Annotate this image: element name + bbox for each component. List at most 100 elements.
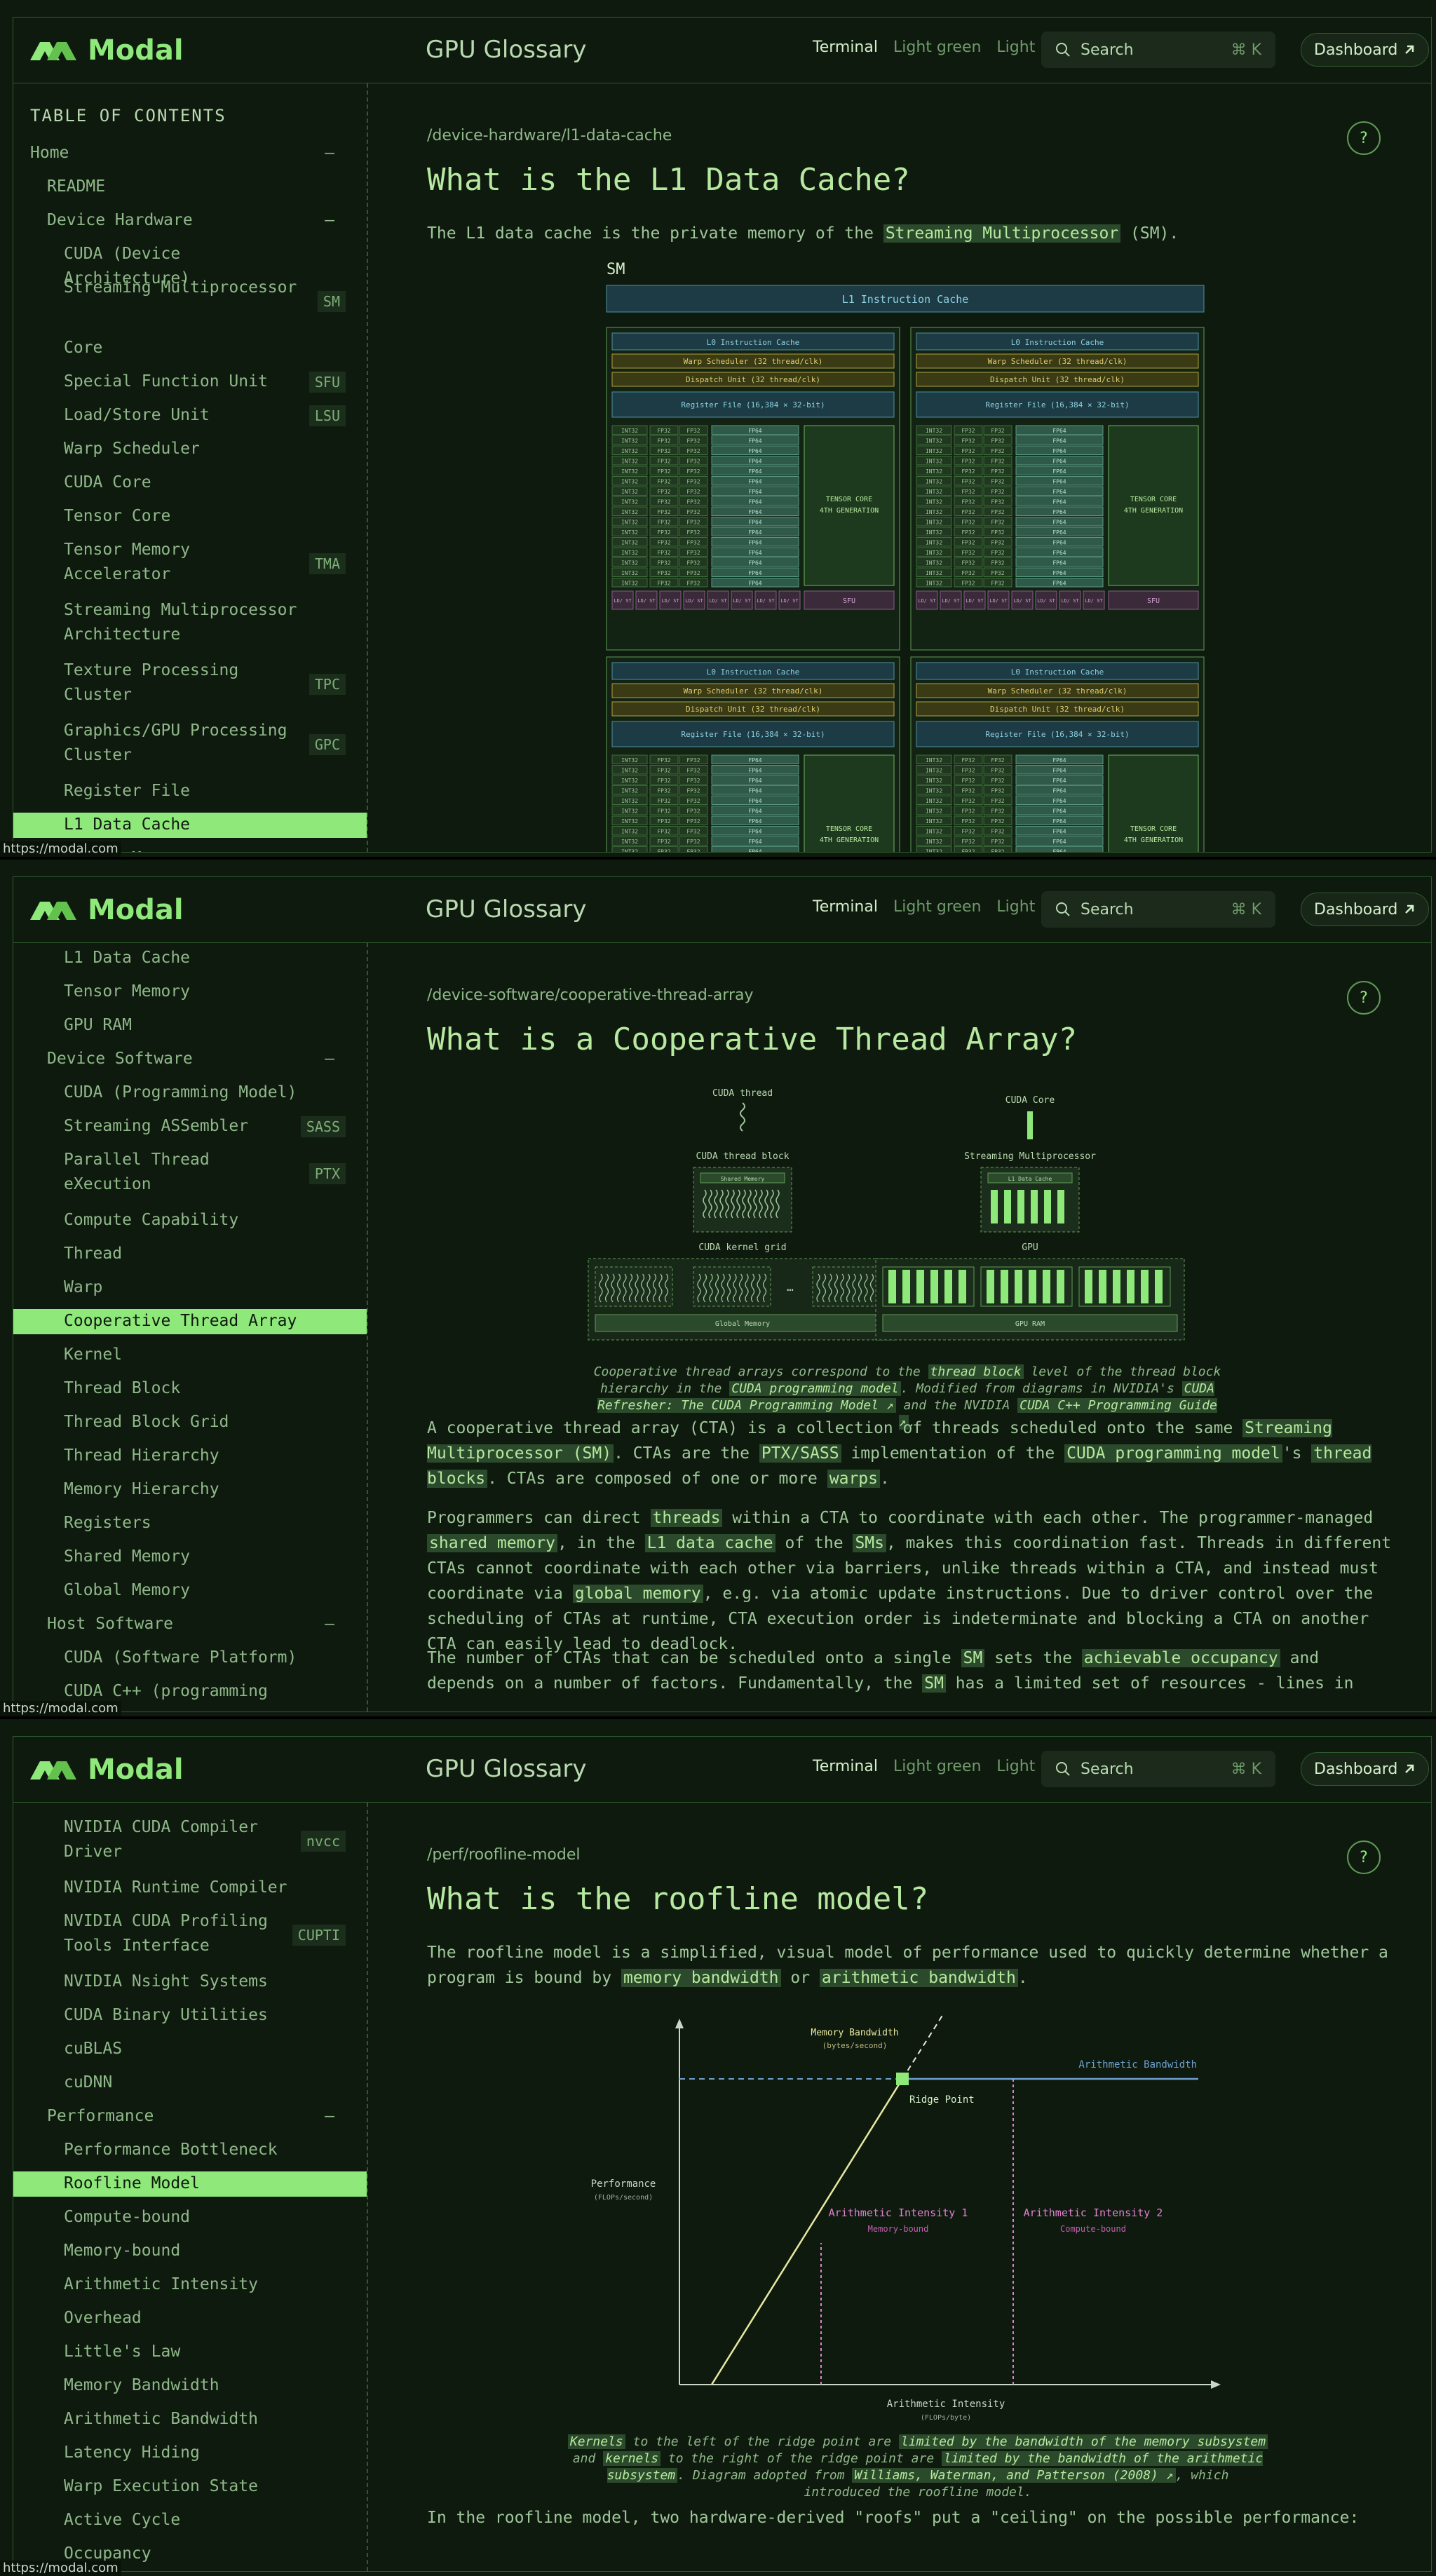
sidebar-item[interactable]: Load/Store Unit LSU (13, 403, 367, 428)
sidebar-item[interactable]: Thread Hierarchy (13, 1444, 367, 1469)
sidebar-item[interactable]: NVIDIA Nsight Systems (13, 1970, 367, 1995)
theme-terminal[interactable]: Terminal (813, 39, 878, 56)
sidebar-item[interactable]: Parallel Thread eXecution PTX (13, 1148, 367, 1200)
sidebar-item[interactable]: Device Hardware – (13, 208, 367, 233)
inline-link[interactable]: achievable occupancy (1081, 1649, 1280, 1667)
minus-icon[interactable]: – (325, 1612, 334, 1636)
sidebar-item[interactable]: NVIDIA CUDA Compiler Driver nvcc (13, 1815, 367, 1867)
sidebar-item[interactable]: cuDNN (13, 2070, 367, 2096)
sidebar-item[interactable]: Special Function Unit SFU (13, 370, 367, 395)
inline-link[interactable]: kernels (603, 2451, 661, 2466)
theme-light-green[interactable]: Light green (893, 898, 981, 916)
minus-icon[interactable]: – (325, 1047, 334, 1071)
sidebar-item[interactable]: Tensor Memory (13, 979, 367, 1005)
sidebar-item[interactable]: Performance Bottleneck (13, 2138, 367, 2163)
sidebar-item[interactable]: Memory Hierarchy (13, 1477, 367, 1503)
inline-link[interactable]: PTX/SASS (759, 1444, 841, 1463)
sidebar-item[interactable]: Kernel (13, 1343, 367, 1368)
sidebar-item[interactable]: Graphics/GPU Processing Cluster GPC (13, 719, 367, 771)
sidebar-item[interactable]: Roofline Model (13, 2171, 367, 2197)
sidebar-item[interactable]: Active Cycle (13, 2508, 367, 2533)
inline-link[interactable]: threads (650, 1509, 723, 1527)
inline-link[interactable]: SMs (853, 1534, 886, 1552)
sidebar-item[interactable]: Thread Block (13, 1376, 367, 1402)
help-icon[interactable]: ? (1347, 1841, 1381, 1874)
link-streaming-multiprocessor[interactable]: Streaming Multiprocessor (883, 224, 1121, 243)
inline-link[interactable]: L1 data cache (644, 1534, 775, 1552)
dashboard-button[interactable]: Dashboard (1301, 893, 1430, 926)
inline-link[interactable]: SM (922, 1674, 946, 1693)
sidebar-item[interactable]: Cooperative Thread Array (13, 1309, 367, 1334)
sidebar-item[interactable]: Latency Hiding (13, 2441, 367, 2466)
sidebar-item[interactable]: cuBLAS (13, 2037, 367, 2062)
sidebar-item[interactable]: Arithmetic Intensity (13, 2272, 367, 2298)
inline-link[interactable]: SM (961, 1649, 985, 1667)
sidebar-item[interactable]: Overhead (13, 2306, 367, 2331)
logo[interactable]: Modal (29, 1754, 184, 1786)
site-title[interactable]: GPU Glossary (426, 1755, 587, 1783)
theme-terminal[interactable]: Terminal (813, 898, 878, 916)
sidebar-item[interactable]: Global Memory (13, 1578, 367, 1604)
sidebar-item[interactable]: CUDA (Programming Model) (13, 1080, 367, 1106)
sidebar-item[interactable]: Compute-bound (13, 2205, 367, 2230)
inline-link[interactable]: limited by the bandwidth of the memory s… (898, 2434, 1268, 2449)
sidebar-item[interactable]: README (13, 175, 367, 200)
sidebar-item[interactable]: Registers (13, 1511, 367, 1536)
sidebar-item[interactable]: Thread (13, 1242, 367, 1267)
sidebar-item[interactable]: Core (13, 336, 367, 361)
search-input[interactable]: Search ⌘ K (1041, 891, 1275, 928)
minus-icon[interactable]: – (325, 208, 334, 233)
sidebar-item[interactable]: Warp Execution State (13, 2474, 367, 2500)
search-input[interactable]: Search ⌘ K (1041, 1751, 1275, 1787)
site-title[interactable]: GPU Glossary (426, 895, 587, 923)
inline-link[interactable]: arithmetic bandwidth (819, 1969, 1018, 1987)
theme-light[interactable]: Light (996, 1758, 1035, 1775)
sidebar-item[interactable]: CUDA (Device Architecture) (13, 242, 367, 287)
sidebar-item[interactable]: Tensor Memory Accelerator TMA (13, 538, 367, 590)
sidebar-item[interactable]: L1 Data Cache (13, 946, 367, 971)
inline-link[interactable]: CUDA programming model (729, 1381, 901, 1396)
theme-terminal[interactable]: Terminal (813, 1758, 878, 1775)
sidebar-item[interactable]: Device Software – (13, 1047, 367, 1072)
sidebar-item[interactable]: NVIDIA CUDA Profiling Tools Interface CUP… (13, 1909, 367, 1961)
sidebar-item[interactable]: Memory-bound (13, 2239, 367, 2264)
theme-light[interactable]: Light (996, 39, 1035, 56)
inline-link[interactable]: Williams, Waterman, and Patterson (2008)… (852, 2468, 1176, 2483)
dashboard-button[interactable]: Dashboard (1301, 1752, 1430, 1786)
sidebar-item[interactable]: L1 Data Cache (13, 813, 367, 838)
theme-light-green[interactable]: Light green (893, 1758, 981, 1775)
sidebar-item[interactable]: NVIDIA Runtime Compiler (13, 1876, 367, 1901)
sidebar-item[interactable]: Register File (13, 779, 367, 804)
inline-link[interactable]: warps (827, 1470, 880, 1488)
sidebar-item[interactable]: Texture Processing Cluster TPC (13, 658, 367, 710)
sidebar-item[interactable]: Home – (13, 141, 367, 166)
sidebar-item[interactable]: Streaming Multiprocessor SM (13, 276, 367, 327)
inline-link[interactable]: CUDA programming model (1064, 1444, 1282, 1463)
sidebar-item[interactable]: Arithmetic Bandwidth (13, 2407, 367, 2432)
inline-link[interactable]: thread block (928, 1364, 1024, 1379)
sidebar-item[interactable]: Compute Capability (13, 1208, 367, 1233)
sidebar-item[interactable]: CUDA Core (13, 470, 367, 496)
inline-link[interactable]: memory bandwidth (621, 1969, 781, 1987)
sidebar-item[interactable]: Thread Block Grid (13, 1410, 367, 1435)
sidebar-item[interactable]: Tensor Core (13, 504, 367, 529)
dashboard-button[interactable]: Dashboard (1301, 33, 1430, 67)
search-input[interactable]: Search ⌘ K (1041, 32, 1275, 68)
logo[interactable]: Modal (29, 34, 184, 67)
help-icon[interactable]: ? (1347, 121, 1381, 155)
sidebar-item[interactable]: CUDA Binary Utilities (13, 2003, 367, 2028)
sidebar-item[interactable]: Little's Law (13, 2340, 367, 2365)
sidebar-item[interactable]: Warp (13, 1275, 367, 1301)
site-title[interactable]: GPU Glossary (426, 36, 587, 64)
inline-link[interactable]: global memory (572, 1585, 703, 1603)
theme-light-green[interactable]: Light green (893, 39, 981, 56)
theme-light[interactable]: Light (996, 898, 1035, 916)
sidebar-item[interactable]: CUDA (Software Platform) (13, 1646, 367, 1671)
sidebar-item[interactable]: Streaming ASSembler SASS (13, 1114, 367, 1139)
sidebar-item[interactable]: Streaming Multiprocessor Architecture (13, 598, 367, 650)
logo[interactable]: Modal (29, 894, 184, 926)
sidebar-item[interactable]: Shared Memory (13, 1545, 367, 1570)
sidebar-item[interactable]: GPU RAM (13, 1013, 367, 1038)
minus-icon[interactable]: – (325, 2104, 334, 2129)
sidebar-item[interactable]: Host Software – (13, 1612, 367, 1637)
